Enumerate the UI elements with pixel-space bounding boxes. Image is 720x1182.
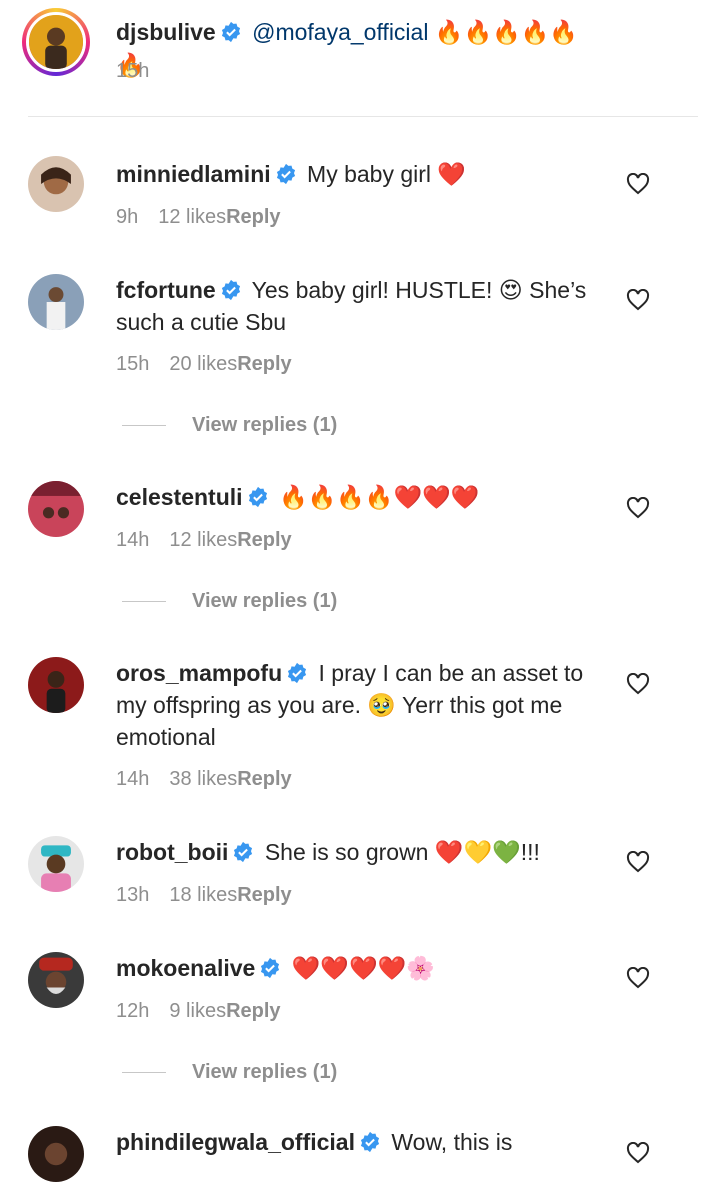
comment-time: 14h bbox=[116, 768, 150, 790]
reply-button[interactable]: Reply bbox=[237, 353, 291, 375]
like-heart-icon[interactable] bbox=[626, 673, 650, 695]
comment-meta: 14h 12 likesReply bbox=[116, 529, 292, 552]
avatar-mokoenalive[interactable] bbox=[28, 952, 84, 1008]
comment-likes[interactable]: 9 likes bbox=[169, 1000, 226, 1022]
reply-button[interactable]: Reply bbox=[226, 1000, 280, 1022]
comment-body: 🔥🔥🔥🔥❤️❤️❤️ bbox=[278, 485, 480, 511]
comment-time: 15h bbox=[116, 353, 150, 375]
avatar-fcfortune[interactable] bbox=[28, 274, 84, 330]
verified-icon bbox=[234, 841, 253, 863]
comment-meta: 13h 18 likesReply bbox=[116, 884, 292, 907]
avatar-image bbox=[28, 156, 84, 212]
comment-meta: 15h 20 likesReply bbox=[116, 353, 292, 376]
avatar-phindilegwala[interactable] bbox=[28, 1126, 84, 1182]
comment-text: oros_mampofu I pray I can be an asset to… bbox=[116, 657, 606, 753]
comment-text: minniedlamini My baby girl ❤️ bbox=[116, 158, 606, 190]
comment-time: 14h bbox=[116, 529, 150, 551]
comment-likes[interactable]: 38 likes bbox=[169, 768, 237, 790]
comment-username[interactable]: minniedlamini bbox=[116, 161, 271, 187]
comment-time: 9h bbox=[116, 206, 139, 228]
comment-likes[interactable]: 18 likes bbox=[169, 884, 237, 906]
avatar-minniedlamini[interactable] bbox=[28, 156, 84, 212]
comment-username[interactable]: fcfortune bbox=[116, 277, 216, 303]
comment-text: mokoenalive ❤️❤️❤️❤️🌸 bbox=[116, 952, 606, 985]
comment-body: My baby girl ❤️ bbox=[307, 161, 467, 187]
verified-icon bbox=[221, 279, 240, 301]
comment-likes[interactable]: 12 likes bbox=[169, 529, 237, 551]
verified-icon bbox=[288, 662, 307, 684]
replies-line bbox=[122, 601, 166, 603]
comment-meta: 9h 12 likesReply bbox=[116, 206, 281, 229]
view-replies-label: View replies (1) bbox=[192, 1061, 338, 1083]
comment-meta: 12h 9 likesReply bbox=[116, 1000, 281, 1023]
reply-button[interactable]: Reply bbox=[237, 768, 291, 790]
comment-likes[interactable]: 20 likes bbox=[169, 353, 237, 375]
avatar-celestentuli[interactable] bbox=[28, 481, 84, 537]
comment-body: She is so grown ❤️💛💚!!! bbox=[264, 839, 540, 865]
avatar-djsbulive[interactable] bbox=[22, 8, 90, 76]
avatar-image bbox=[29, 15, 83, 69]
comment-likes[interactable]: 12 likes bbox=[158, 206, 226, 228]
divider bbox=[28, 116, 698, 117]
comment-username[interactable]: mokoenalive bbox=[116, 955, 255, 981]
view-replies-button[interactable]: View replies (1) bbox=[122, 414, 337, 437]
caption-username[interactable]: djsbulive bbox=[116, 19, 216, 45]
comment-body: ❤️❤️❤️❤️🌸 bbox=[291, 956, 435, 982]
comment-text: robot_boii She is so grown ❤️💛💚!!! bbox=[116, 836, 606, 868]
like-heart-icon[interactable] bbox=[626, 851, 650, 873]
avatar-image bbox=[28, 836, 84, 892]
like-heart-icon[interactable] bbox=[626, 967, 650, 989]
caption-text: djsbulive @mofaya_official 🔥🔥🔥🔥🔥🔥 bbox=[116, 16, 606, 82]
view-replies-button[interactable]: View replies (1) bbox=[122, 1061, 337, 1084]
avatar-image bbox=[28, 657, 84, 713]
comment-username[interactable]: phindilegwala_official bbox=[116, 1129, 355, 1155]
avatar-image bbox=[28, 481, 84, 537]
comment-text: celestentuli 🔥🔥🔥🔥❤️❤️❤️ bbox=[116, 481, 606, 514]
comment-body: Wow, this is bbox=[391, 1129, 513, 1155]
replies-line bbox=[122, 1072, 166, 1074]
comment-username[interactable]: robot_boii bbox=[116, 839, 228, 865]
verified-icon bbox=[276, 163, 295, 185]
comment-username[interactable]: oros_mampofu bbox=[116, 660, 282, 686]
comment-meta: 14h 38 likesReply bbox=[116, 768, 292, 791]
caption-mention[interactable]: @mofaya_official bbox=[252, 19, 428, 45]
comment-time: 12h bbox=[116, 1000, 150, 1022]
reply-button[interactable]: Reply bbox=[237, 529, 291, 551]
view-replies-button[interactable]: View replies (1) bbox=[122, 590, 337, 613]
reply-button[interactable]: Reply bbox=[237, 884, 291, 906]
comment-text: phindilegwala_official Wow, this is bbox=[116, 1126, 606, 1158]
avatar-oros-mampofu[interactable] bbox=[28, 657, 84, 713]
avatar-robot-boii[interactable] bbox=[28, 836, 84, 892]
comment-time: 13h bbox=[116, 884, 150, 906]
verified-icon bbox=[261, 957, 280, 979]
comment-username[interactable]: celestentuli bbox=[116, 484, 243, 510]
replies-line bbox=[122, 425, 166, 427]
reply-button[interactable]: Reply bbox=[226, 206, 280, 228]
like-heart-icon[interactable] bbox=[626, 497, 650, 519]
avatar-image bbox=[28, 1126, 84, 1182]
caption-time: 15h bbox=[116, 60, 150, 82]
caption-meta: 15h bbox=[116, 60, 169, 83]
verified-icon bbox=[221, 21, 240, 43]
verified-icon bbox=[248, 486, 267, 508]
avatar-image bbox=[28, 274, 84, 330]
view-replies-label: View replies (1) bbox=[192, 590, 338, 612]
view-replies-label: View replies (1) bbox=[192, 414, 338, 436]
verified-icon bbox=[360, 1131, 380, 1153]
avatar-image bbox=[28, 952, 84, 1008]
like-heart-icon[interactable] bbox=[626, 289, 650, 311]
comment-text: fcfortune Yes baby girl! HUSTLE! 😍 She’s… bbox=[116, 274, 606, 338]
like-heart-icon[interactable] bbox=[626, 173, 650, 195]
